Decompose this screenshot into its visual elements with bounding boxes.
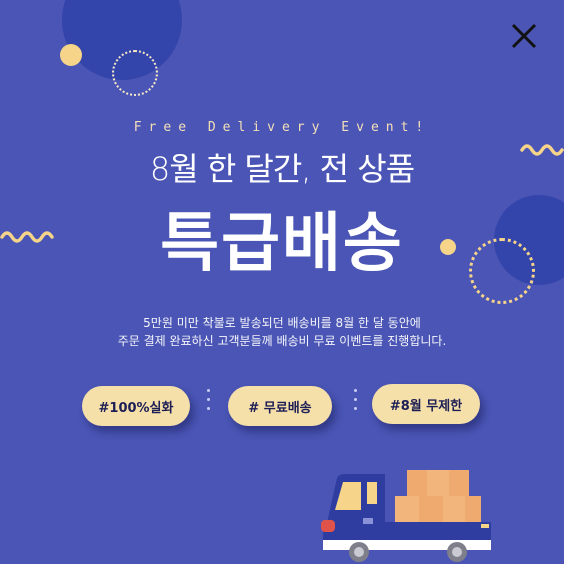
description-line: 5만원 미만 착불로 발송되던 배송비를 8월 한 달 동안에 (143, 316, 421, 330)
tag-pill[interactable]: #8월 무제한 (372, 384, 480, 424)
delivery-truck-icon (321, 470, 491, 562)
event-popup: Free Delivery Event! 8월 한 달간, 전 상품 특급배송 … (0, 0, 564, 564)
tag-pill[interactable]: #100%실화 (82, 386, 190, 426)
headline-title: 특급배송 (160, 207, 404, 281)
tag-pill[interactable]: # 무료배송 (228, 386, 332, 426)
description-line: 주문 결제 완료하신 고객분들께 배송비 무료 이벤트를 진행합니다. (117, 334, 447, 348)
dotted-separator (354, 389, 358, 416)
event-eyebrow: Free Delivery Event! (133, 120, 431, 135)
headline-subtitle: 8월 한 달간, 전 상품 (149, 150, 415, 188)
decorative-dot (60, 44, 82, 66)
event-description: 5만원 미만 착불로 발송되던 배송비를 8월 한 달 동안에 주문 결제 완료… (0, 314, 564, 350)
close-icon[interactable] (508, 20, 540, 52)
dotted-separator (207, 389, 211, 416)
decorative-dotted-ring (112, 50, 158, 96)
